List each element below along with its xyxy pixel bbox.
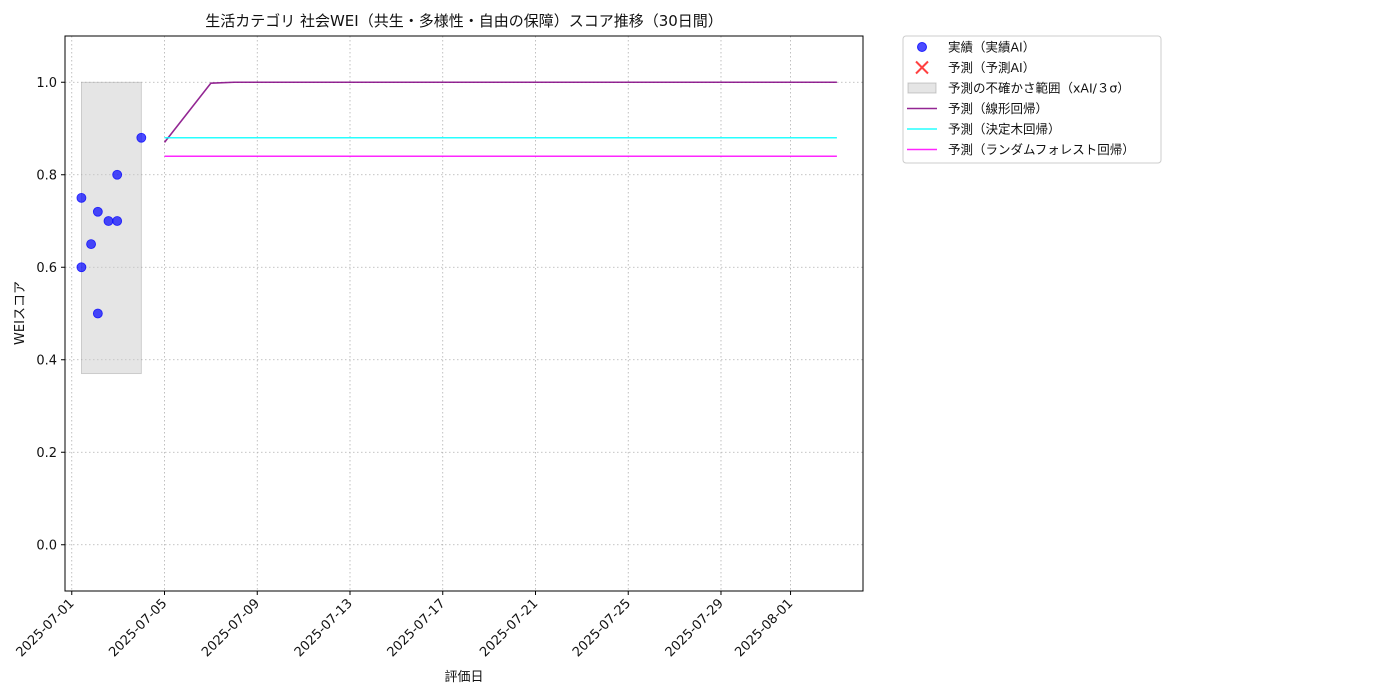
chart-title: 生活カテゴリ 社会WEI（共生・多様性・自由の保障）スコア推移（30日間）	[205, 12, 723, 30]
y-axis-label: WEIスコア	[13, 281, 28, 345]
x-tick-label: 2025-07-01	[14, 596, 78, 660]
legend-uncertainty-marker	[907, 82, 937, 94]
y-axis: 0.0 0.2 0.4 0.6 0.8 1.0	[36, 76, 65, 553]
legend-series-1-label: 予測（線形回帰）	[948, 101, 1048, 116]
grid-lines	[65, 36, 863, 591]
x-tick-label: 2025-07-13	[292, 596, 356, 660]
y-tick-label: 0.2	[36, 446, 57, 461]
actual-point	[76, 192, 87, 203]
x-tick-label: 2025-07-05	[106, 596, 170, 660]
x-tick-label: 2025-07-25	[570, 596, 634, 660]
legend: 実績（実績AI） 予測（予測AI） 予測の不確かさ範囲（xAI/３σ） 予測（線形回帰…	[902, 35, 1162, 164]
actual-point	[92, 206, 103, 217]
legend-series-2-label: 予測（決定木回帰）	[948, 122, 1061, 137]
uncertainty-band-group	[81, 81, 142, 375]
actual-point	[112, 169, 123, 180]
legend-actual-label: 実績（実績AI）	[948, 40, 1035, 55]
chart-canvas: 生活カテゴリ 社会WEI（共生・多様性・自由の保障）スコア推移（30日間） 0.…	[13, 12, 1162, 685]
x-tick-label: 2025-07-21	[477, 596, 541, 660]
y-tick-label: 1.0	[36, 76, 57, 91]
legend-actual-marker	[917, 42, 927, 52]
legend-predicted-label: 予測（予測AI）	[948, 60, 1035, 75]
actual-point	[112, 216, 123, 226]
legend-series-3-label: 予測（ランダムフォレスト回帰）	[948, 142, 1135, 157]
x-axis-label: 評価日	[444, 670, 483, 685]
prediction-line-1	[163, 81, 837, 143]
y-tick-label: 0.8	[36, 168, 57, 183]
prediction-lines-group	[163, 81, 837, 158]
actual-point	[76, 262, 87, 273]
y-tick-label: 0.6	[36, 261, 57, 276]
actual-point	[136, 132, 147, 143]
x-tick-label: 2025-08-01	[732, 596, 796, 660]
x-axis: 2025-07-01 2025-07-05 2025-07-09 2025-07-13…	[14, 591, 796, 660]
x-tick-label: 2025-07-17	[385, 596, 449, 660]
actual-point	[92, 308, 103, 319]
y-tick-label: 0.4	[36, 353, 57, 368]
plot-frame	[64, 35, 864, 592]
actual-point	[103, 216, 114, 226]
x-tick-label: 2025-07-29	[663, 596, 727, 660]
uncertainty-band	[81, 81, 142, 375]
actual-point	[86, 239, 96, 250]
y-tick-label: 0.0	[36, 538, 57, 553]
legend-uncertainty-label: 予測の不確かさ範囲（xAI/３σ）	[948, 81, 1130, 96]
x-tick-label: 2025-07-09	[199, 596, 263, 660]
